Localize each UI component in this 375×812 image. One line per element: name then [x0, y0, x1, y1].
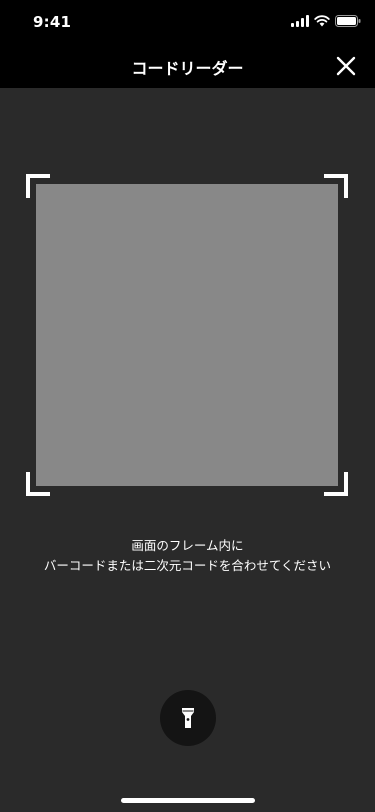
- scan-area: [26, 174, 348, 496]
- flashlight-button[interactable]: [160, 690, 216, 746]
- close-icon: [336, 56, 356, 76]
- instruction-line-1: 画面のフレーム内に: [131, 538, 244, 553]
- status-icons: [291, 15, 361, 27]
- signal-icon: [291, 15, 309, 27]
- instruction-line-2: バーコードまたは二次元コードを合わせてください: [43, 558, 332, 573]
- close-button[interactable]: [335, 55, 357, 77]
- scan-instructions: 画面のフレーム内に バーコードまたは二次元コードを合わせてください: [0, 536, 375, 576]
- scan-frame-corner-top-left: [26, 174, 50, 198]
- page-title: コードリーダー: [131, 59, 244, 78]
- flashlight-icon: [182, 708, 194, 728]
- camera-preview: [36, 184, 338, 486]
- scan-frame-corner-bottom-left: [26, 472, 50, 496]
- battery-icon: [335, 15, 361, 27]
- nav-bar: コードリーダー: [0, 44, 375, 88]
- scan-frame-corner-top-right: [324, 174, 348, 198]
- home-indicator: [121, 798, 255, 803]
- status-time: 9:41: [33, 13, 72, 31]
- status-bar: 9:41: [0, 0, 375, 44]
- wifi-icon: [314, 15, 330, 27]
- scan-frame-corner-bottom-right: [324, 472, 348, 496]
